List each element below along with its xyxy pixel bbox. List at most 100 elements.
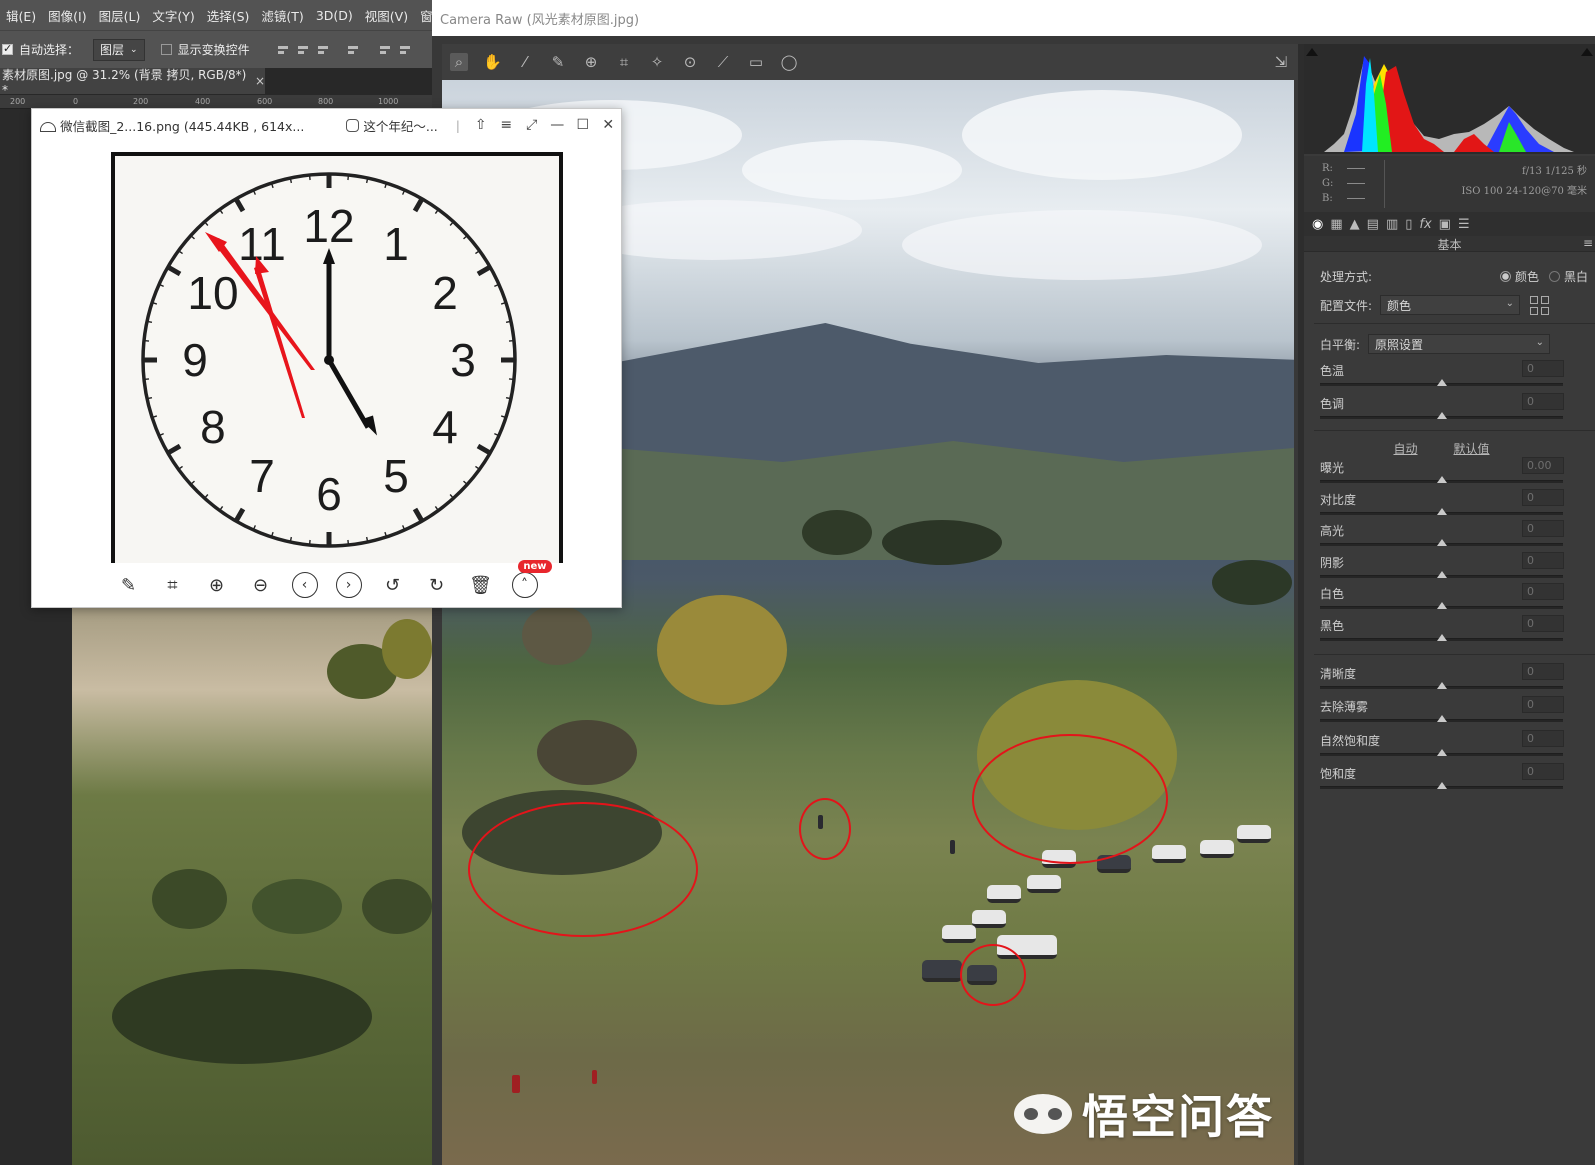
slider-value-input[interactable]: 0 [1522, 730, 1564, 747]
presets-tab-icon[interactable]: ☰ [1458, 217, 1470, 232]
close-icon[interactable]: ✕ [595, 117, 621, 133]
slider-thumb[interactable] [1437, 571, 1447, 578]
spot-removal-icon[interactable]: ✧ [648, 53, 666, 71]
menu-image[interactable]: 图像(I) [42, 6, 92, 25]
profile-dropdown[interactable]: 颜色 ⌄ [1380, 295, 1521, 315]
menu-3d[interactable]: 3D(D) [310, 8, 359, 23]
radial-filter-icon[interactable]: ◯ [780, 53, 798, 71]
tree [802, 510, 872, 555]
treatment-color-radio[interactable] [1499, 271, 1511, 282]
minimize-icon[interactable]: — [544, 117, 570, 133]
adjustment-brush-icon[interactable]: ⟋ [714, 53, 732, 71]
pin-icon[interactable]: ⇧ [468, 117, 494, 133]
open-preferences-icon[interactable]: ⇲ [1272, 53, 1290, 71]
auto-select-checkbox[interactable] [2, 42, 13, 55]
clock-center [324, 355, 334, 365]
auto-select-dropdown[interactable]: 图层 ⌄ [93, 38, 145, 61]
slider-thumb[interactable] [1437, 412, 1447, 419]
rotate-right-icon[interactable]: ↻ [422, 570, 452, 600]
menu-select[interactable]: 选择(S) [201, 6, 256, 25]
slider-thumb[interactable] [1437, 476, 1447, 483]
slider-thumb[interactable] [1437, 749, 1447, 756]
clock-number: 4 [432, 401, 458, 453]
slider-thumb[interactable] [1437, 715, 1447, 722]
default-link[interactable]: 默认值 [1454, 440, 1490, 457]
zoom-out-icon[interactable]: ⊖ [246, 570, 276, 600]
crop-icon[interactable]: ⌗ [615, 53, 633, 71]
slider-value-input[interactable]: 0 [1522, 763, 1564, 780]
color-sampler-icon[interactable]: ✎ [549, 53, 567, 71]
basic-tab-icon[interactable]: ◉ [1312, 217, 1323, 232]
lens-tab-icon[interactable]: ▯ [1405, 217, 1412, 232]
slider-thumb[interactable] [1437, 379, 1447, 386]
effects-tab-icon[interactable]: fx [1419, 217, 1431, 232]
slider-value-input[interactable]: 0 [1522, 552, 1564, 569]
document-tab[interactable]: 素材原图.jpg @ 31.2% (背景 拷贝, RGB/8*) * × [0, 68, 265, 97]
calibration-tab-icon[interactable]: ▣ [1439, 217, 1451, 232]
fullscreen-icon[interactable]: ⤢ [519, 117, 545, 133]
slider-value-input[interactable]: 0 [1522, 663, 1564, 680]
slider-thumb[interactable] [1437, 602, 1447, 609]
zoom-in-icon[interactable]: ⊕ [202, 570, 232, 600]
crop-icon[interactable]: ⌗ [158, 570, 188, 600]
split-toning-tab-icon[interactable]: ▥ [1386, 217, 1398, 232]
menu-filter[interactable]: 滤镜(T) [255, 6, 309, 25]
slider-value-input[interactable]: 0 [1522, 583, 1564, 600]
detail-tab-icon[interactable]: ▲ [1350, 217, 1360, 232]
menu-edit[interactable]: 辑(E) [0, 6, 42, 25]
align-middle-icon[interactable] [398, 43, 412, 57]
align-left-icon[interactable] [276, 43, 290, 57]
hsl-tab-icon[interactable]: ▤ [1367, 217, 1379, 232]
treatment-bw-radio[interactable] [1548, 271, 1560, 282]
slider-value-input[interactable]: 0 [1522, 615, 1564, 632]
menu-view[interactable]: 视图(V) [359, 6, 414, 25]
tone-curve-tab-icon[interactable]: ▦ [1330, 217, 1342, 232]
slider-value-input[interactable]: 0 [1522, 696, 1564, 713]
slider-thumb[interactable] [1437, 682, 1447, 689]
hand-icon[interactable]: ✋ [483, 53, 502, 71]
viewer-source[interactable]: 这个年纪～... [346, 116, 438, 135]
delete-icon[interactable]: 🗑 [466, 570, 496, 600]
profile-browser-icon[interactable] [1530, 295, 1550, 315]
horizontal-ruler: 200 0 200 400 600 800 1000 [0, 95, 440, 109]
slider-thumb[interactable] [1437, 539, 1447, 546]
close-icon[interactable]: × [255, 74, 265, 88]
auto-select-value: 图层 [100, 43, 125, 57]
align-center-icon[interactable] [296, 43, 310, 57]
menu-icon[interactable]: ≡ [1583, 236, 1593, 250]
slider-thumb[interactable] [1437, 508, 1447, 515]
distribute-icon[interactable] [346, 43, 360, 57]
menu-type[interactable]: 文字(Y) [146, 6, 200, 25]
menu-layer[interactable]: 图层(L) [93, 6, 147, 25]
previous-icon[interactable]: ‹ [290, 570, 320, 600]
slider-value-input[interactable]: 0 [1522, 393, 1564, 410]
white-balance-dropdown[interactable]: 原照设置 ⌄ [1368, 334, 1551, 354]
target-adjust-icon[interactable]: ⊕ [582, 53, 600, 71]
align-top-icon[interactable] [378, 43, 392, 57]
edit-icon[interactable]: ✎ [114, 570, 144, 600]
slider-value-input[interactable]: 0 [1522, 489, 1564, 506]
r-label: R: [1322, 163, 1333, 174]
ruler-tick: 400 [195, 97, 211, 106]
zoom-icon[interactable]: ⌕ [450, 53, 468, 71]
rotate-left-icon[interactable]: ↺ [378, 570, 408, 600]
red-eye-icon[interactable]: ⊙ [681, 53, 699, 71]
slider-thumb[interactable] [1437, 634, 1447, 641]
slider-thumb[interactable] [1437, 782, 1447, 789]
auto-link[interactable]: 自动 [1393, 440, 1417, 457]
next-icon[interactable]: › [334, 570, 364, 600]
slider-value-input[interactable]: 0 [1522, 520, 1564, 537]
divider: | [455, 117, 460, 133]
more-icon[interactable]: ˄ new [510, 560, 552, 600]
show-transform-checkbox[interactable] [160, 44, 172, 55]
options-bar: 自动选择： 图层 ⌄ 显示变换控件 [0, 30, 440, 68]
slider-value-input[interactable]: 0 [1522, 360, 1564, 377]
maximize-icon[interactable]: ☐ [570, 117, 596, 133]
graduated-filter-icon[interactable]: ▭ [747, 53, 765, 71]
align-right-icon[interactable] [316, 43, 330, 57]
slider-label: 阴影 [1320, 556, 1345, 570]
menu-icon[interactable]: ≡ [493, 117, 519, 133]
eyedropper-icon[interactable]: ⁄ [516, 53, 534, 71]
slider-value-input[interactable]: 0.00 [1522, 457, 1564, 474]
viewer-image[interactable]: 12 1 2 3 4 5 6 7 8 9 10 11 [111, 152, 563, 563]
